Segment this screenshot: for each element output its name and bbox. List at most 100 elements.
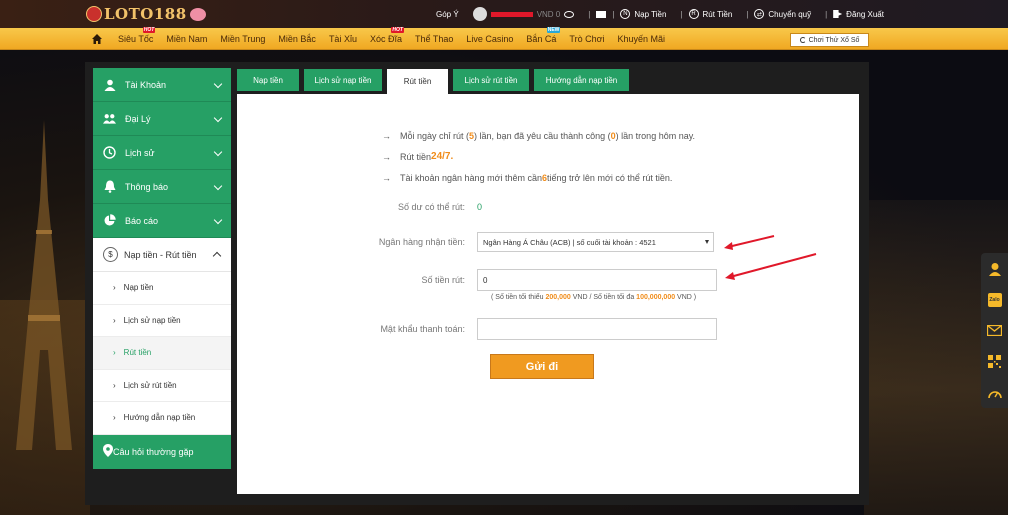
avatar[interactable] — [472, 7, 487, 21]
min-amount: 200,000 — [545, 294, 571, 301]
sidebar-subitem-label: Hướng dẫn nạp tiền — [123, 413, 196, 423]
qr-button[interactable] — [981, 346, 1008, 377]
deposit-label: Nạp Tiền — [634, 9, 667, 19]
info-text: Mỗi ngày chỉ rút ( — [400, 130, 470, 141]
logout-link[interactable]: Đăng Xuất — [833, 10, 884, 19]
sidebar-item-label: Nạp tiền - Rút tiền — [124, 249, 197, 260]
hot-badge: HOT — [142, 27, 156, 33]
speed-icon — [987, 390, 1002, 398]
logout-label: Đăng Xuất — [846, 9, 884, 19]
info-text: Tài khoản ngân hàng mới thêm cần — [400, 172, 542, 183]
hint-text: VND ) — [675, 294, 697, 301]
sidebar-subitem-withdraw[interactable]: › Rút tiền — [93, 337, 231, 370]
info-text: ) lần, bạn đã yêu cầu thành công ( — [474, 130, 611, 141]
menu-item[interactable]: Miền Nam — [166, 34, 207, 44]
menu-item[interactable]: Live Casino — [466, 34, 513, 44]
play-trial-label: Chơi Thử Xổ Số — [808, 36, 860, 44]
withdraw-info: → Mỗi ngày chỉ rút ( 5 ) lần, bạn đã yêu… — [382, 125, 695, 188]
sidebar-item-reports[interactable]: Báo cáo — [93, 204, 231, 238]
email-button[interactable] — [981, 315, 1008, 346]
pig-mascot-icon — [189, 7, 206, 21]
site-logo[interactable]: LOTO188 — [86, 4, 206, 24]
menu-item[interactable]: Trò Chơi — [569, 34, 604, 44]
info-text: tiếng trở lên mới có thể rút tiền. — [547, 172, 673, 183]
reload-icon — [799, 37, 806, 43]
location-pin-icon — [103, 444, 113, 459]
withdraw-icon: R — [688, 9, 699, 19]
caret-down-icon — [705, 240, 709, 244]
sidebar-item-label: Thông báo — [125, 181, 169, 192]
sidebar-subitem-deposit-guide[interactable]: › Hướng dẫn nạp tiền — [93, 402, 231, 435]
chevron-right-icon: › — [113, 315, 116, 325]
info-line: → Tài khoản ngân hàng mới thêm cần 6 tiế… — [382, 167, 695, 188]
menu-item[interactable]: Miền Trung — [220, 34, 265, 44]
logo-text: LOTO188 — [104, 5, 187, 23]
logo-badge-icon — [86, 6, 102, 22]
amount-input[interactable]: 0 — [477, 269, 717, 291]
pie-chart-icon — [103, 214, 116, 227]
support-button[interactable] — [981, 253, 1008, 284]
transfer-link[interactable]: ⇄ Chuyển quỹ — [754, 9, 811, 19]
tab-deposit-history[interactable]: Lịch sử nạp tiền — [304, 69, 382, 91]
menu-item-label: Siêu Tốc — [118, 34, 154, 44]
feedback-link[interactable]: Góp Ý — [436, 10, 459, 19]
chevron-right-icon: › — [113, 413, 116, 423]
menu-item[interactable]: Miền Bắc — [278, 34, 316, 44]
menu-item[interactable]: Khuyến Mãi — [617, 34, 665, 44]
menu-item[interactable]: Tài Xỉu — [329, 34, 357, 44]
menu-item-label: Bắn Cá — [526, 34, 557, 44]
speed-button[interactable] — [981, 377, 1008, 408]
menu-item-label: Xóc Đĩa — [369, 34, 402, 44]
menu-item[interactable]: Xóc Đĩa HOT — [369, 27, 404, 44]
sidebar-subitem-deposit-history[interactable]: › Lịch sử nạp tiền — [93, 304, 231, 337]
deposit-link[interactable]: N Nạp Tiền — [620, 9, 666, 19]
bank-select[interactable]: Ngân Hàng Á Châu (ACB) | số cuối tài kho… — [477, 232, 714, 252]
bank-row: Ngân hàng nhận tiền: Ngân Hàng Á Châu (A… — [237, 232, 714, 252]
background-city-left — [0, 300, 90, 515]
mail-icon[interactable] — [596, 10, 607, 18]
tab-deposit[interactable]: Nạp tiền — [237, 69, 299, 91]
menu-item-label: Miền Trung — [220, 34, 266, 44]
info-text: ) lần trong hôm nay. — [615, 130, 696, 141]
divider: | — [746, 9, 749, 19]
tab-deposit-guide[interactable]: Hướng dẫn nạp tiền — [534, 69, 629, 91]
sidebar-subitem-withdraw-history[interactable]: › Lịch sử rút tiền — [93, 369, 231, 402]
page-edge — [1008, 0, 1024, 515]
user-support-icon — [988, 262, 1001, 276]
qr-code-icon — [988, 355, 1001, 368]
menu-item[interactable]: Thể Thao — [415, 34, 453, 44]
menu-item[interactable]: Siêu Tốc HOT — [118, 27, 156, 44]
submit-button[interactable]: Gửi đi — [490, 354, 594, 379]
sidebar-item-notifications[interactable]: Thông báo — [93, 170, 231, 204]
menu-item[interactable]: Bắn Cá NEW — [526, 27, 561, 44]
sidebar-item-label: Đại Lý — [125, 113, 151, 124]
sidebar-item-account[interactable]: Tài Khoản — [93, 68, 231, 102]
chevron-right-icon: › — [113, 283, 116, 293]
tab-withdraw-history[interactable]: Lịch sử rút tiền — [453, 69, 529, 91]
tab-withdraw[interactable]: Rút tiền — [387, 69, 448, 94]
play-trial-lottery-button[interactable]: Chơi Thử Xổ Số — [790, 33, 869, 47]
account-sidebar: Tài Khoản Đại Lý Lịch sử Thông báo Báo c… — [93, 68, 231, 469]
sidebar-item-faq[interactable]: Câu hỏi thường gặp — [93, 434, 231, 469]
withdraw-link[interactable]: R Rút Tiền — [688, 9, 732, 19]
sidebar-item-deposit-withdraw[interactable]: $ Nạp tiền - Rút tiền — [93, 238, 231, 272]
chevron-down-icon — [213, 113, 223, 123]
menu-item-label: Miền Bắc — [278, 34, 316, 44]
home-icon[interactable] — [92, 34, 102, 44]
info-line: → Rút tiền 24/7. — [382, 146, 695, 167]
info-text: Rút tiền — [400, 151, 432, 162]
eye-icon[interactable] — [564, 10, 575, 18]
user-icon — [103, 78, 116, 91]
sidebar-subitem-label: Nạp tiền — [123, 283, 154, 293]
annotation-arrows — [724, 235, 817, 280]
tabs: Nạp tiền Lịch sử nạp tiền Rút tiền Lịch … — [237, 69, 634, 94]
sidebar-item-history[interactable]: Lịch sử — [93, 136, 231, 170]
zalo-button[interactable]: Zalo — [981, 284, 1008, 315]
new-badge: NEW — [546, 27, 561, 33]
payment-password-input[interactable] — [477, 318, 717, 340]
sidebar-item-label: Câu hỏi thường gặp — [113, 446, 194, 457]
sidebar-subitem-deposit[interactable]: › Nạp tiền — [93, 272, 231, 305]
sidebar-item-agent[interactable]: Đại Lý — [93, 102, 231, 136]
balance-display: VND 0 — [536, 9, 561, 19]
hint-text: VND / Số tiền tối đa — [570, 294, 637, 301]
